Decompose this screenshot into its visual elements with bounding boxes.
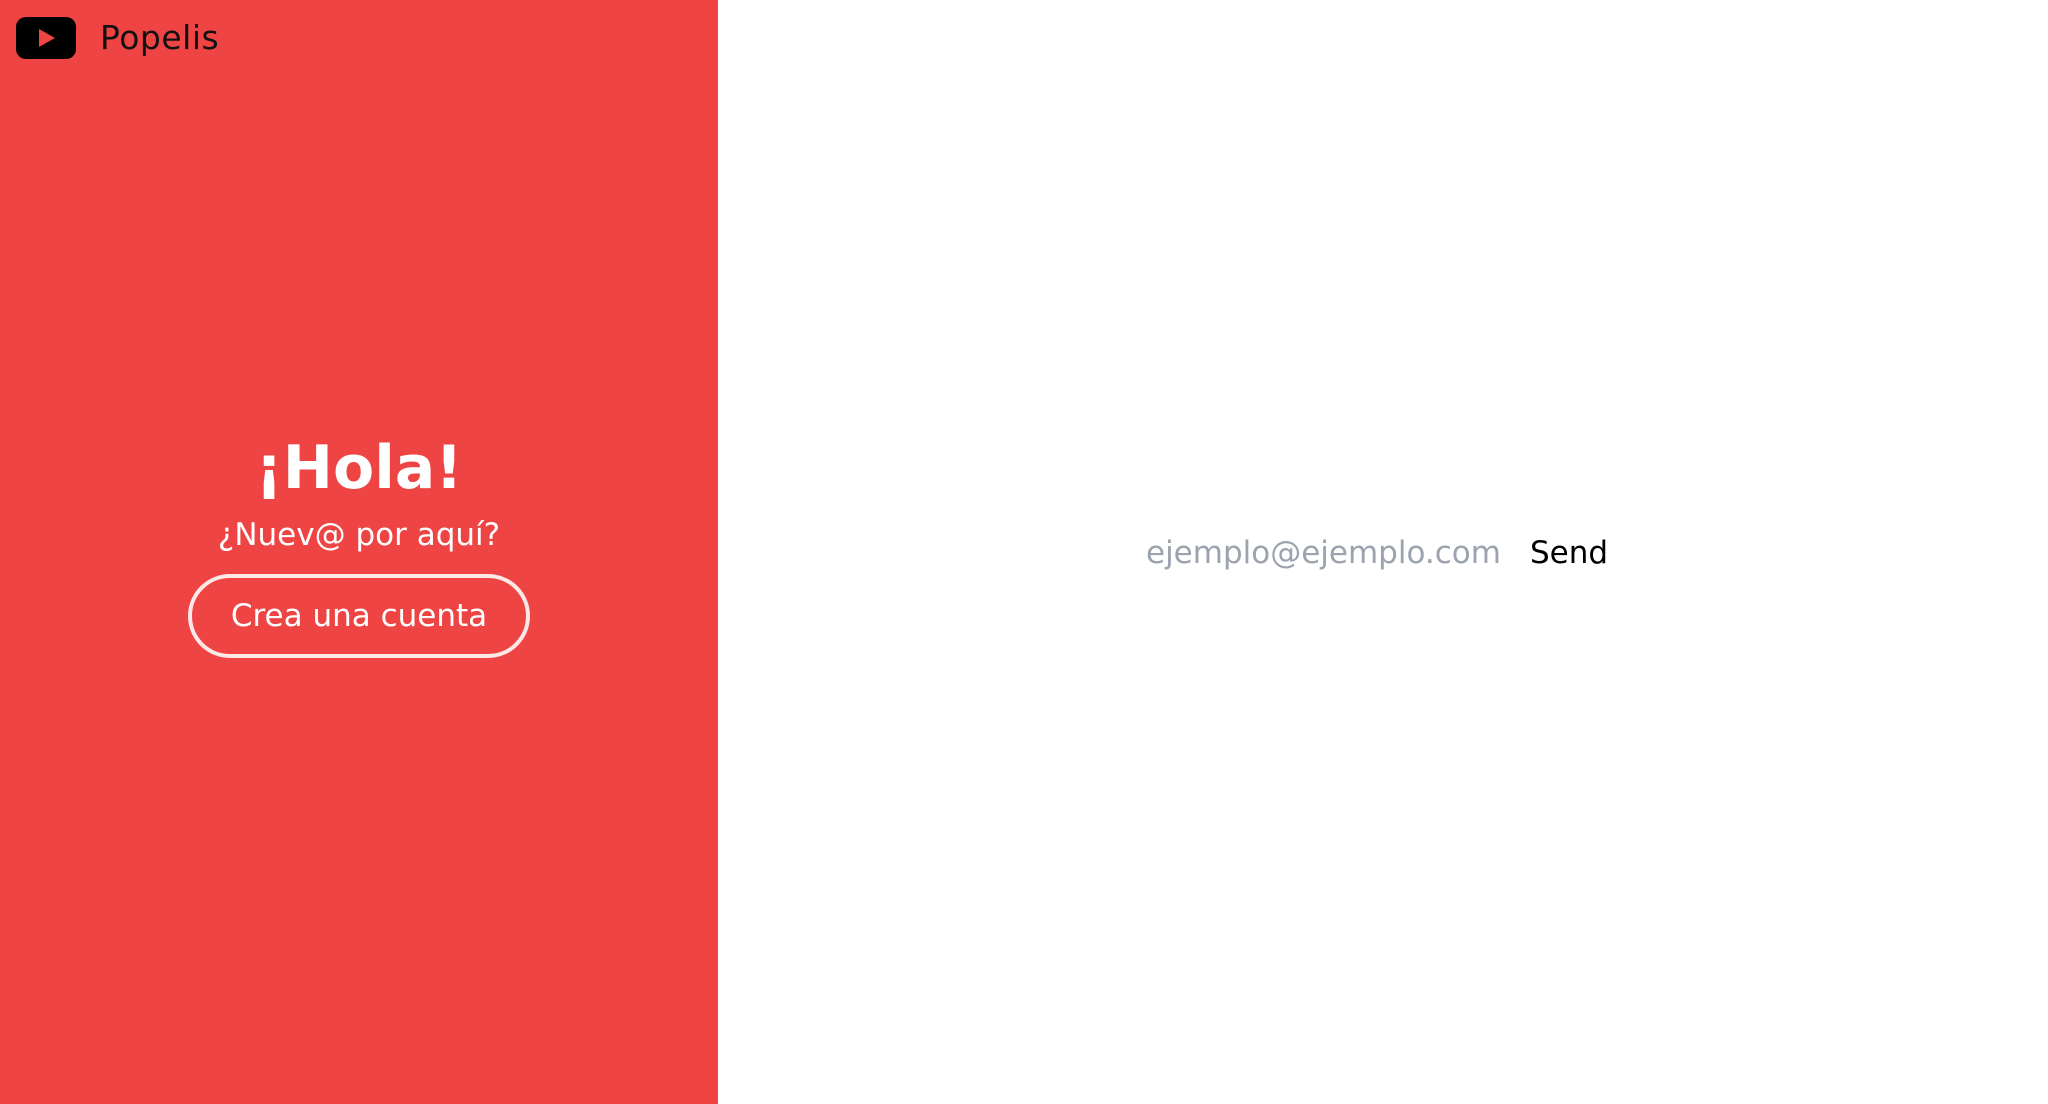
welcome-block: ¡Hola! ¿Nuev@ por aquí? Crea una cuenta [0, 430, 718, 658]
create-account-button[interactable]: Crea una cuenta [188, 574, 530, 658]
welcome-panel: Popelis ¡Hola! ¿Nuev@ por aquí? Crea una… [0, 0, 718, 1104]
brand[interactable]: Popelis [16, 16, 219, 60]
send-button[interactable]: Send [1530, 530, 1608, 576]
page: Popelis ¡Hola! ¿Nuev@ por aquí? Crea una… [0, 0, 2048, 1104]
welcome-title: ¡Hola! [255, 433, 463, 503]
email-input[interactable] [1140, 530, 1530, 576]
email-form: Send [1140, 530, 1608, 576]
brand-name: Popelis [100, 18, 220, 57]
play-icon [16, 17, 76, 59]
welcome-subtitle: ¿Nuev@ por aquí? [217, 517, 501, 553]
